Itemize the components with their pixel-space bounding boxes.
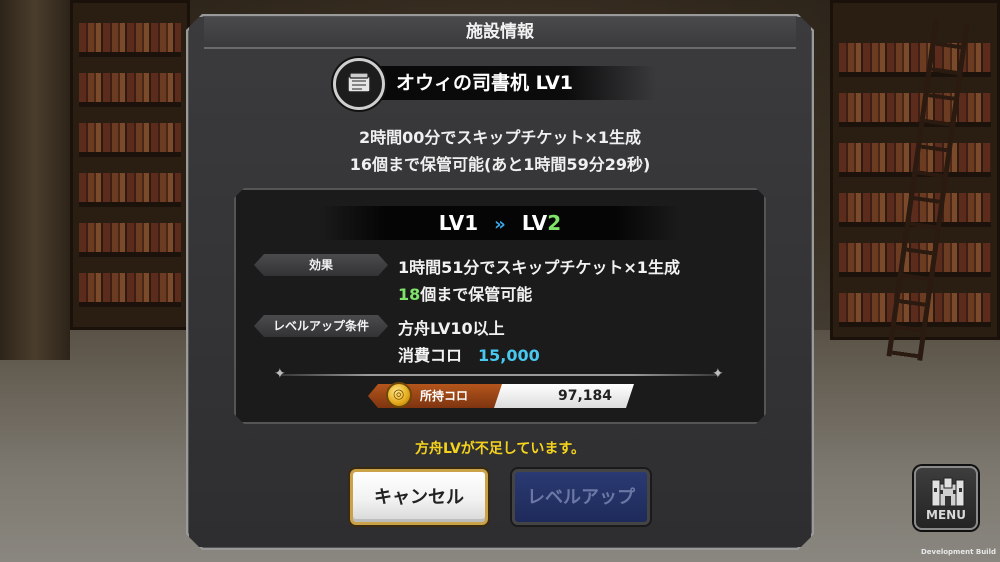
menu-button[interactable]: MENU <box>914 466 978 530</box>
sparkle-icon: ✦ <box>712 366 724 382</box>
next-capacity: 18 <box>398 285 421 304</box>
from-level: LV1 <box>438 211 479 235</box>
insufficient-level-warning: 方舟LVが不足しています。 <box>414 441 585 457</box>
menu-label: MENU <box>926 508 966 522</box>
cost-label: 消費コロ <box>398 346 463 365</box>
next-capacity-text: 個まで保管可能 <box>420 285 533 304</box>
current-effect-line2: 16個まで保管可能(あと1時間59分29秒) <box>349 155 651 174</box>
facility-name: オウィの司書机 LV1 <box>356 66 656 100</box>
coin-icon: ◎ <box>386 382 412 408</box>
book-icon <box>333 58 385 110</box>
cost-value: 15,000 <box>478 346 540 365</box>
next-effect-line2: 18個まで保管可能 <box>398 281 532 305</box>
to-level-prefix: LV <box>521 211 548 235</box>
condition-text: 方舟LV10以上 <box>398 319 505 338</box>
sparkle-icon: ✦ <box>274 366 286 382</box>
castle-icon <box>931 477 965 507</box>
cancel-button[interactable]: キャンセル <box>350 469 488 525</box>
next-effect-line1: 1時間51分でスキップチケット×1生成 <box>398 258 680 277</box>
development-build-label: Development Build <box>920 548 996 556</box>
double-arrow-icon: » <box>494 214 506 235</box>
current-effect-line1: 2時間00分でスキップチケット×1生成 <box>359 128 641 147</box>
level-transition: LV1 » LV2 <box>320 206 680 240</box>
effect-tag: 効果 <box>254 254 388 276</box>
owned-coro-value: 97,184 <box>494 384 634 408</box>
divider <box>280 374 720 376</box>
pillar-left <box>0 0 70 360</box>
condition-tag: レベルアップ条件 <box>254 315 388 337</box>
dialog-title: 施設情報 <box>204 17 796 49</box>
cost-row: 消費コロ 15,000 <box>398 342 540 366</box>
level-up-button[interactable]: レベルアップ <box>512 469 650 525</box>
bookshelf-left <box>70 0 190 330</box>
to-level-number: 2 <box>547 211 562 235</box>
